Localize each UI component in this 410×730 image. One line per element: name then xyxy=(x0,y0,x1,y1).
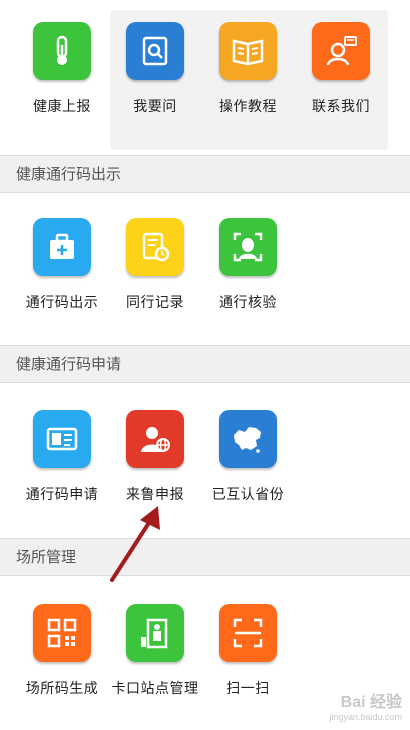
qr-code-icon xyxy=(33,604,91,662)
pass-display-row: 通行码出示 同行记录 通行核验 xyxy=(0,218,410,358)
document-clock-icon xyxy=(126,218,184,276)
watermark-main: Bai 经验 xyxy=(340,694,402,711)
watermark-sub: jingyan.baidu.com xyxy=(329,712,402,722)
person-globe-icon xyxy=(126,410,184,468)
annotation-arrow-icon xyxy=(110,506,160,582)
face-scan-icon xyxy=(219,218,277,276)
checkpoint-management-tile[interactable]: 卡口站点管理 xyxy=(110,604,200,698)
health-report-tile[interactable]: 健康上报 xyxy=(17,22,107,116)
arrival-declaration-tile[interactable]: 来鲁申报 xyxy=(110,410,200,504)
contact-us-tile[interactable]: 联系我们 xyxy=(296,22,386,116)
top-row: 健康上报 我要问 操作教程 联系我们 xyxy=(0,22,410,162)
checkpoint-icon xyxy=(126,604,184,662)
medical-kit-icon xyxy=(33,218,91,276)
section-header-venue-management: 场所管理 xyxy=(0,538,410,576)
china-map-icon xyxy=(219,410,277,468)
health-report-label: 健康上报 xyxy=(33,99,91,115)
venue-code-generate-tile[interactable]: 场所码生成 xyxy=(17,604,107,698)
search-doc-icon xyxy=(126,22,184,80)
pass-verify-label: 通行核验 xyxy=(219,295,277,311)
contact-us-label: 联系我们 xyxy=(312,99,370,115)
pass-apply-row: 通行码申请 来鲁申报 已互认省份 xyxy=(0,410,410,550)
book-icon xyxy=(219,22,277,80)
pass-verify-tile[interactable]: 通行核验 xyxy=(203,218,293,312)
pass-code-apply-tile[interactable]: 通行码申请 xyxy=(17,410,107,504)
ask-question-label: 我要问 xyxy=(133,99,177,115)
watermark: Bai 经验 jingyan.baidu.com xyxy=(329,688,402,722)
travel-record-label: 同行记录 xyxy=(126,295,184,311)
scan-label: 扫一扫 xyxy=(226,681,270,697)
mutual-recognition-tile[interactable]: 已互认省份 xyxy=(203,410,293,504)
section-header-pass-apply: 健康通行码申请 xyxy=(0,345,410,383)
thermometer-icon xyxy=(33,22,91,80)
checkpoint-management-label: 卡口站点管理 xyxy=(111,681,199,697)
id-card-icon xyxy=(33,410,91,468)
pass-code-show-label: 通行码出示 xyxy=(25,295,99,311)
tutorial-tile[interactable]: 操作教程 xyxy=(203,22,293,116)
travel-record-tile[interactable]: 同行记录 xyxy=(110,218,200,312)
scan-tile[interactable]: 扫一扫 xyxy=(203,604,293,698)
support-agent-icon xyxy=(312,22,370,80)
scan-icon xyxy=(219,604,277,662)
venue-code-generate-label: 场所码生成 xyxy=(25,681,99,697)
pass-code-apply-label: 通行码申请 xyxy=(25,487,99,503)
ask-question-tile[interactable]: 我要问 xyxy=(110,22,200,116)
pass-code-show-tile[interactable]: 通行码出示 xyxy=(17,218,107,312)
tutorial-label: 操作教程 xyxy=(219,99,277,115)
mutual-recognition-label: 已互认省份 xyxy=(211,487,285,503)
section-header-pass-display: 健康通行码出示 xyxy=(0,155,410,193)
